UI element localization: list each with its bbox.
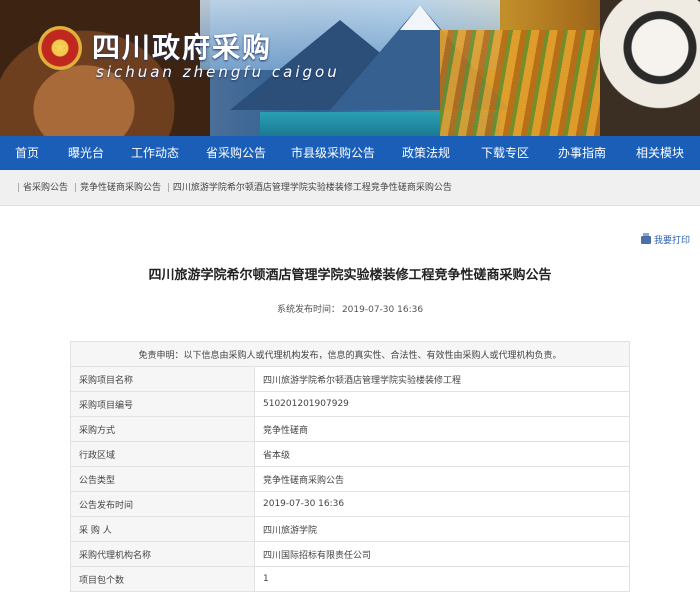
breadcrumb-separator: | bbox=[17, 183, 21, 193]
row-value: 省本级 bbox=[254, 441, 630, 467]
nav-item-guide[interactable]: 办事指南 bbox=[544, 136, 620, 170]
info-table: 免责申明：以下信息由采购人或代理机构发布，信息的真实性、合法性、有效性由采购人或… bbox=[70, 341, 630, 592]
banner-autumn-trees bbox=[440, 30, 600, 136]
nav-item-home[interactable]: 首页 bbox=[0, 136, 54, 170]
row-value: 2019-07-30 16:36 bbox=[254, 491, 630, 517]
row-label: 公告类型 bbox=[70, 466, 255, 492]
banner-panda-image bbox=[600, 0, 700, 136]
header-banner: ★ 四川政府采购 sichuan zhengfu caigou bbox=[0, 0, 700, 136]
row-value: 四川旅游学院 bbox=[254, 516, 630, 542]
row-value: 竞争性磋商 bbox=[254, 416, 630, 442]
print-button[interactable]: 我要打印 bbox=[640, 232, 690, 246]
nav-item-policies[interactable]: 政策法规 bbox=[386, 136, 466, 170]
row-label: 采 购 人 bbox=[70, 516, 255, 542]
row-label: 行政区域 bbox=[70, 441, 255, 467]
table-row: 行政区域 省本级 bbox=[70, 441, 630, 467]
banner-snow-peak bbox=[400, 5, 440, 30]
breadcrumb-item-category[interactable]: 竞争性磋商采购公告 bbox=[80, 183, 161, 193]
table-row: 公告类型 竞争性磋商采购公告 bbox=[70, 466, 630, 492]
disclaimer-row: 免责申明：以下信息由采购人或代理机构发布，信息的真实性、合法性、有效性由采购人或… bbox=[70, 341, 630, 367]
publish-time: 系统发布时间： 2019-07-30 16:36 bbox=[0, 302, 700, 315]
row-value: 四川旅游学院希尔顿酒店管理学院实验楼装修工程 bbox=[254, 366, 630, 392]
breadcrumb-separator: | bbox=[166, 183, 170, 193]
row-label: 项目包个数 bbox=[70, 566, 255, 592]
page-title: 四川旅游学院希尔顿酒店管理学院实验楼装修工程竞争性磋商采购公告 bbox=[148, 268, 552, 283]
publish-time-label: 系统发布时间： bbox=[276, 305, 340, 315]
site-subtitle: sichuan zhengfu caigou bbox=[96, 63, 340, 81]
table-row: 采 购 人四川旅游学院 bbox=[70, 516, 630, 542]
nav-item-province-announcements[interactable]: 省采购公告 bbox=[192, 136, 280, 170]
row-label: 采购项目编号 bbox=[70, 391, 255, 417]
breadcrumb-separator: | bbox=[73, 183, 77, 193]
row-label: 采购代理机构名称 bbox=[70, 541, 255, 567]
table-row: 项目包个数 1 bbox=[70, 566, 630, 592]
nav-item-downloads[interactable]: 下载专区 bbox=[466, 136, 544, 170]
row-label: 公告发布时间 bbox=[70, 491, 255, 517]
nav-item-city-county-announcements[interactable]: 市县级采购公告 bbox=[280, 136, 386, 170]
nav-item-related-modules[interactable]: 相关模块 bbox=[620, 136, 700, 170]
publish-time-value: 2019-07-30 16:36 bbox=[341, 305, 424, 315]
breadcrumb: | 省采购公告 | 竞争性磋商采购公告 | 四川旅游学院希尔顿酒店管理学院实验楼装修工… bbox=[0, 170, 700, 206]
nav-item-exposure[interactable]: 曝光台 bbox=[54, 136, 118, 170]
table-row: 采购代理机构名称 四川国际招标有限责任公司 bbox=[70, 541, 630, 567]
table-row: 采购方式 竞争性磋商 bbox=[70, 416, 630, 442]
print-label: 我要打印 bbox=[653, 236, 690, 246]
main-nav: 首页 曝光台 工作动态 省采购公告 市县级采购公告 政策法规 下载专区 办事指南… bbox=[0, 136, 700, 170]
table-row: 公告发布时间 2019-07-30 16:36 bbox=[70, 491, 630, 517]
printer-icon bbox=[640, 232, 651, 244]
table-row: 采购项目名称 四川旅游学院希尔顿酒店管理学院实验楼装修工程 bbox=[70, 366, 630, 392]
row-value: 1 bbox=[254, 566, 630, 592]
row-label: 采购项目名称 bbox=[70, 366, 255, 392]
row-value: 510201201907929 bbox=[254, 391, 630, 417]
row-value: 竞争性磋商采购公告 bbox=[254, 466, 630, 492]
row-value: 四川国际招标有限责任公司 bbox=[254, 541, 630, 567]
disclaimer-text: 免责申明：以下信息由采购人或代理机构发布，信息的真实性、合法性、有效性由采购人或… bbox=[70, 341, 630, 367]
row-label: 采购方式 bbox=[70, 416, 255, 442]
breadcrumb-item-province[interactable]: 省采购公告 bbox=[23, 183, 68, 193]
nav-item-work-news[interactable]: 工作动态 bbox=[118, 136, 192, 170]
breadcrumb-item-current[interactable]: 四川旅游学院希尔顿酒店管理学院实验楼装修工程竞争性磋商采购公告 bbox=[173, 183, 452, 193]
site-title: 四川政府采购 bbox=[92, 31, 273, 64]
national-emblem-icon: ★ bbox=[38, 26, 82, 70]
table-row: 采购项目编号 510201201907929 bbox=[70, 391, 630, 417]
